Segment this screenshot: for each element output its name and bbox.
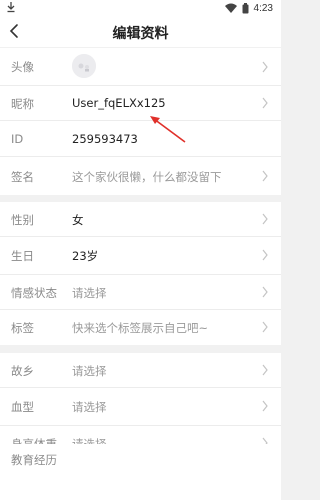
row-label: 昵称 — [11, 97, 34, 111]
row-education[interactable]: 教育经历 — [0, 444, 281, 500]
chevron-right-icon — [262, 213, 268, 225]
signature-value: 这个家伙很懒，什么都没留下 — [72, 170, 222, 184]
chevron-right-icon — [262, 61, 268, 73]
gender-value: 女 — [72, 213, 84, 227]
status-time: 4:23 — [253, 2, 273, 14]
row-label: 签名 — [11, 170, 34, 184]
chevron-right-icon — [262, 321, 268, 333]
wifi-icon — [224, 3, 237, 13]
chevron-right-icon — [262, 286, 268, 298]
row-label: 教育经历 — [11, 453, 57, 467]
status-bar: 4:23 — [0, 0, 281, 16]
chevron-right-icon — [262, 364, 268, 376]
row-label: 情感状态 — [11, 286, 57, 300]
row-label: 头像 — [11, 60, 34, 74]
id-value: 259593473 — [72, 132, 138, 146]
row-label: ID — [11, 132, 24, 146]
hometown-value: 请选择 — [72, 364, 107, 378]
row-hometown[interactable]: 故乡 请选择 — [0, 353, 281, 387]
row-tags[interactable]: 标签 快来选个标签展示自己吧~ — [0, 310, 281, 345]
row-birthday[interactable]: 生日 23岁 — [0, 237, 281, 274]
row-avatar[interactable]: 头像 — [0, 48, 281, 85]
relationship-status-value: 请选择 — [72, 286, 107, 300]
row-label: 性别 — [11, 213, 34, 227]
chevron-right-icon — [262, 249, 268, 261]
row-label: 标签 — [11, 321, 34, 335]
download-icon — [7, 2, 15, 13]
row-label: 血型 — [11, 400, 34, 414]
row-label: 故乡 — [11, 364, 34, 378]
row-gender[interactable]: 性别 女 — [0, 202, 281, 236]
blood-type-value: 请选择 — [72, 400, 107, 414]
row-label: 生日 — [11, 249, 34, 263]
chevron-right-icon — [262, 400, 268, 412]
avatar-image — [72, 54, 96, 78]
chevron-right-icon — [262, 170, 268, 182]
battery-icon — [242, 2, 249, 13]
row-id: ID 259593473 — [0, 121, 281, 156]
header: 编辑资料 — [0, 16, 281, 47]
birthday-value: 23岁 — [72, 249, 99, 263]
row-nickname[interactable]: 昵称 User_fqELXx125 — [0, 86, 281, 120]
chevron-right-icon — [262, 97, 268, 109]
row-relationship-status[interactable]: 情感状态 请选择 — [0, 275, 281, 309]
row-blood-type[interactable]: 血型 请选择 — [0, 388, 281, 425]
nickname-value: User_fqELXx125 — [72, 96, 166, 110]
row-signature[interactable]: 签名 这个家伙很懒，什么都没留下 — [0, 157, 281, 195]
tags-value: 快来选个标签展示自己吧~ — [72, 321, 209, 335]
avatar[interactable] — [72, 54, 96, 78]
page-title: 编辑资料 — [112, 26, 169, 42]
